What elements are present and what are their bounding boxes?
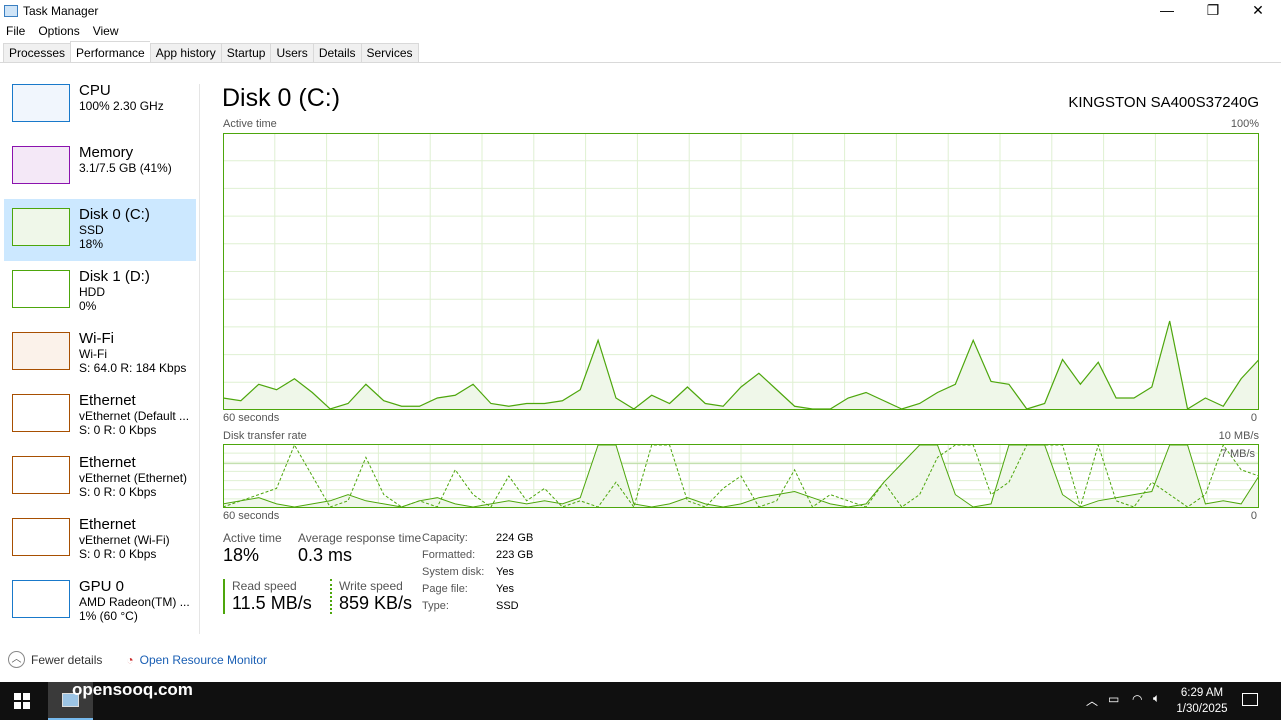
chart1-xleft: 60 seconds: [223, 412, 280, 424]
chevron-up-icon[interactable]: ︿: [8, 651, 25, 668]
window-title: Task Manager: [23, 4, 99, 18]
sidebar-item-wi-fi[interactable]: Wi-Fi Wi-Fi S: 64.0 R: 184 Kbps: [4, 323, 196, 385]
sidebar-item-disk-0-c[interactable]: Disk 0 (C:) SSD 18%: [4, 199, 196, 261]
transfer-rate-chart: [223, 444, 1259, 508]
minimize-button[interactable]: —: [1144, 0, 1190, 22]
stat-read-speed: Read speed 11.5 MB/s: [223, 579, 312, 614]
active-time-chart: [223, 133, 1259, 410]
chart2-mid: 7 MB/s: [1220, 448, 1255, 460]
sidebar-item-disk-1-d[interactable]: Disk 1 (D:) HDD 0%: [4, 261, 196, 323]
stat-write-speed: Write speed 859 KB/s: [330, 579, 412, 614]
thumbnail-graph: [12, 270, 70, 308]
stat-response-time: Average response time 0.3 ms: [298, 531, 422, 565]
sidebar-item-cpu[interactable]: CPU 100% 2.30 GHz: [4, 75, 196, 137]
chart2-max: 10 MB/s: [1218, 430, 1259, 442]
watermark: opensooq.com: [72, 680, 193, 699]
stat-active-time: Active time 18%: [223, 531, 282, 565]
chart1-max: 100%: [1230, 118, 1259, 130]
tab-processes[interactable]: Processes: [3, 43, 71, 63]
disk-properties: Capacity: 224 GB Formatted: 223 GB System di…: [422, 532, 533, 617]
show-hidden-icons[interactable]: ︿: [1086, 692, 1098, 709]
battery-icon[interactable]: ▭: [1108, 692, 1119, 706]
wifi-icon[interactable]: ◠: [1132, 692, 1142, 706]
property-row: Capacity: 224 GB: [422, 532, 534, 544]
resource-monitor-icon: ◔: [126, 652, 134, 667]
sidebar-item-ethernet[interactable]: Ethernet vEthernet (Wi-Fi) S: 0 R: 0 Kbps: [4, 509, 196, 571]
chart2-label: Disk transfer rate: [223, 430, 307, 442]
fewer-details-link[interactable]: Fewer details: [31, 653, 102, 667]
tab-startup[interactable]: Startup: [220, 43, 271, 63]
thumbnail-graph: [12, 146, 70, 184]
tab-users[interactable]: Users: [270, 43, 313, 63]
volume-icon[interactable]: 🔈︎: [1153, 691, 1160, 706]
menu-file[interactable]: File: [6, 24, 25, 38]
close-button[interactable]: ✕: [1235, 0, 1281, 22]
tab-services[interactable]: Services: [360, 43, 419, 63]
property-row: Page file: Yes: [422, 583, 514, 595]
chart2-xright: 0: [1250, 510, 1257, 522]
property-row: System disk: Yes: [422, 566, 514, 578]
clock[interactable]: 6:29 AM 1/30/2025: [1172, 685, 1232, 717]
chart2-xleft: 60 seconds: [223, 510, 280, 522]
page-title: Disk 0 (C:): [222, 84, 341, 112]
thumbnail-graph: [12, 84, 70, 122]
sidebar-item-gpu-0[interactable]: GPU 0 AMD Radeon(TM) ... 1% (60 °C): [4, 571, 196, 633]
task-manager-icon: [4, 5, 18, 17]
thumbnail-graph: [12, 518, 70, 556]
sidebar-item-ethernet[interactable]: Ethernet vEthernet (Default ... S: 0 R: 0…: [4, 385, 196, 447]
tab-performance[interactable]: Performance: [70, 41, 150, 63]
property-row: Formatted: 223 GB: [422, 549, 534, 561]
title-bar: Task Manager: [0, 0, 1281, 22]
thumbnail-graph: [12, 332, 70, 370]
open-resource-monitor-link[interactable]: Open Resource Monitor: [140, 653, 267, 667]
property-row: Type: SSD: [422, 600, 519, 612]
chart1-xright: 0: [1250, 412, 1257, 424]
menu-bar: File Options View: [0, 22, 1281, 39]
disk-model: KINGSTON SA400S37240G: [1068, 94, 1259, 111]
chart1-label: Active time: [223, 118, 277, 130]
tab-details[interactable]: Details: [312, 43, 361, 63]
menu-options[interactable]: Options: [38, 24, 79, 38]
maximize-button[interactable]: ❐: [1190, 0, 1236, 22]
menu-view[interactable]: View: [93, 24, 119, 38]
windows-start-icon[interactable]: [14, 693, 30, 709]
sidebar-item-memory[interactable]: Memory 3.1/7.5 GB (41%): [4, 137, 196, 199]
footer: ︿ Fewer details ◔ Open Resource Monitor: [8, 651, 267, 668]
thumbnail-graph: [12, 456, 70, 494]
tab-app-history[interactable]: App history: [149, 43, 221, 63]
taskbar: opensooq.com ︿ ▭ ◠ 🔈︎ 6:29 AM 1/30/2025: [0, 680, 1281, 720]
thumbnail-graph: [12, 580, 70, 618]
thumbnail-graph: [12, 394, 70, 432]
thumbnail-graph: [12, 208, 70, 246]
tab-bar: Processes Performance App history Startu…: [3, 41, 419, 63]
resource-list: CPU 100% 2.30 GHz Memory 3.1/7.5 GB (41%…: [4, 75, 196, 633]
sidebar-item-ethernet[interactable]: Ethernet vEthernet (Ethernet) S: 0 R: 0 K…: [4, 447, 196, 509]
notifications-icon[interactable]: [1242, 693, 1258, 706]
